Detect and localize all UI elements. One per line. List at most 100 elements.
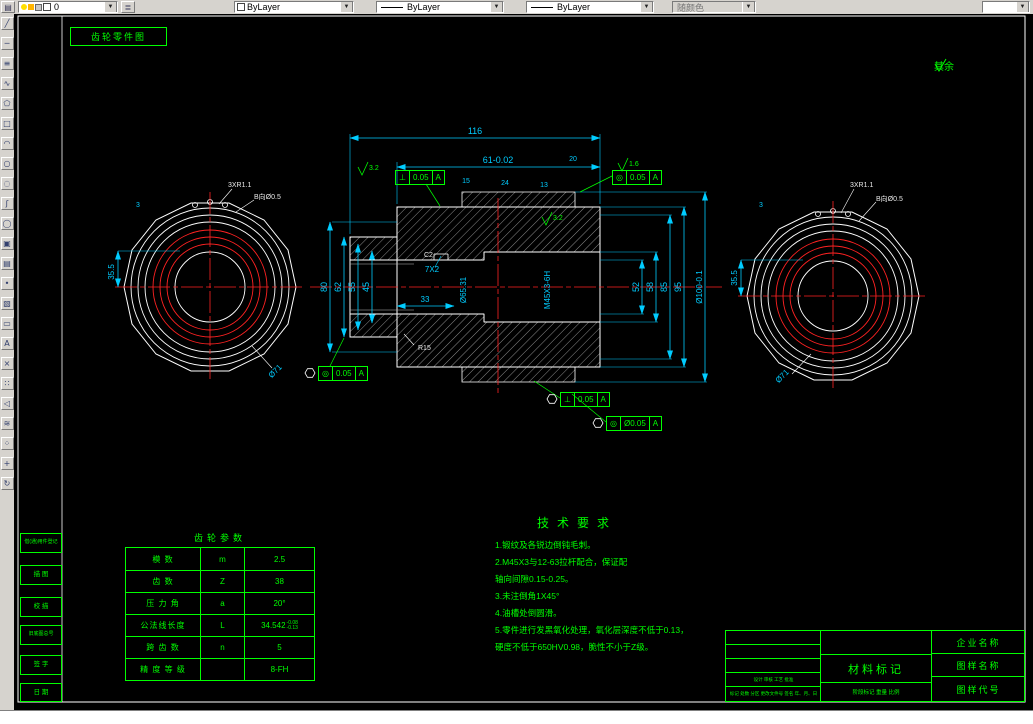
tool-arc-button[interactable]: ◠ (0, 137, 14, 150)
dim-3-left: 3 (136, 202, 140, 209)
color-dropdown[interactable]: ByLayer ▼ (234, 1, 354, 13)
command-line[interactable] (0, 710, 1033, 724)
dim-24: 24 (501, 180, 509, 187)
chevron-down-icon[interactable]: ▼ (742, 2, 755, 12)
margin-box-date: 日 期 (20, 683, 62, 702)
tool-spline-button[interactable]: ʃ (0, 197, 14, 210)
dim-58: 58 (645, 282, 655, 292)
dim-3-right: 3 (759, 202, 763, 209)
tool-rotate-button[interactable]: ↻ (0, 477, 14, 490)
layer-manager-button[interactable]: ≣ (121, 1, 135, 13)
tool-revcloud-button[interactable]: ◌ (0, 177, 14, 190)
dim-20: 20 (569, 156, 577, 163)
gear-table-cell (200, 659, 244, 680)
chevron-down-icon[interactable]: ▼ (104, 2, 117, 12)
tool-line-button[interactable]: ╱ (0, 17, 14, 30)
tool-move-button[interactable]: + (0, 457, 14, 470)
tool-erase-button[interactable]: × (0, 357, 14, 370)
layer-thaw-icon (28, 4, 34, 10)
app-icon[interactable]: ▤ (1, 1, 15, 13)
lineweight-dropdown[interactable]: ByLayer ▼ (526, 1, 654, 13)
gear-table-row: 公法线长度 L 34.542 -0.08 -0.13 (126, 614, 314, 636)
title-block: 设计 审核 工艺 批准 标记 处数 分区 更改文件号 签名 年、月、日 材料标记… (725, 630, 1025, 702)
dim-61: 61-0.02 (483, 155, 514, 165)
gear-table-cell: 精 度 等 级 (140, 665, 186, 674)
tool-mirror-button[interactable]: ◁ (0, 397, 14, 410)
dim-13: 13 (540, 182, 548, 189)
tool-circle-button[interactable]: ○ (0, 157, 14, 170)
layer-dropdown[interactable]: 0 ▼ (18, 1, 118, 13)
tech-requirement-line: 2.M45X3与12-63拉杆配合，保证配 (495, 557, 628, 567)
roughness-icon: 3.2 (357, 161, 379, 176)
dim-35-5-right: 35.5 (730, 270, 739, 286)
title-block-empty-cells (821, 631, 931, 655)
gear-table-cell: 20° (244, 593, 314, 614)
gdt-symbol: ◎ (610, 419, 617, 428)
gear-table-body: 模 数 m 2.5 齿 数 Z 38 压 力 角 a 20° 公法线长度 L 34.542 -0.08-… (125, 547, 315, 681)
layer-color-icon (43, 3, 51, 11)
label-bhole-left: B向Ø0.5 (254, 192, 281, 201)
tech-requirement-line: 硬度不低于650HV0.98，脆性不小于Z级。 (495, 642, 654, 652)
gear-table-title: 齿轮参数 (193, 533, 246, 543)
tool-hatch-button[interactable]: ▧ (0, 297, 14, 310)
svg-text:1.6: 1.6 (629, 161, 639, 168)
label-chamfer: C2 (424, 252, 433, 259)
surface-finish-note: 其余 (934, 58, 954, 73)
title-block-right: 企业名称 图样名称 图样代号 (931, 631, 1025, 701)
title-block-revision-area: 设计 审核 工艺 批准 标记 处数 分区 更改文件号 签名 年、月、日 (726, 631, 821, 701)
tool-ellipse-button[interactable]: ◯ (0, 217, 14, 230)
tool-array-button[interactable]: ⁘ (0, 437, 14, 450)
gear-table-cell: 模 数 (152, 554, 174, 564)
tool-polygon-button[interactable]: ⬠ (0, 97, 14, 110)
chevron-down-icon[interactable]: ▼ (640, 2, 653, 12)
gear-table-cell: 38 (244, 571, 314, 592)
lineweight-sample-icon (531, 6, 553, 8)
gear-table-cell: 齿 数 (152, 577, 174, 586)
label-r15: R15 (418, 345, 431, 352)
tool-offset-button[interactable]: ≋ (0, 417, 14, 430)
plot-style-value: 随颜色 (677, 2, 705, 13)
dim-95: 95 (673, 282, 683, 292)
roughness-icon (934, 58, 947, 72)
linetype-dropdown[interactable]: ByLayer ▼ (376, 1, 504, 13)
tool-point-button[interactable]: • (0, 277, 14, 290)
toolbar-right-dropdown[interactable]: ▼ (982, 1, 1030, 13)
gear-table-cell: 公法线长度 (140, 621, 186, 630)
dim-outer-diameter: Ø100-0.1 (695, 270, 704, 304)
plot-style-dropdown[interactable]: 随颜色 ▼ (672, 1, 756, 13)
sign-row: 设计 审核 工艺 批准 (726, 673, 821, 687)
chevron-down-icon[interactable]: ▼ (340, 2, 353, 12)
margin-box-check-trace: 校 描 (20, 597, 62, 617)
gdt-symbol: ◎ (322, 369, 329, 378)
drawing-canvas[interactable]: 116 61-0.02 15 24 13 20 80 62 55 45 33 7… (14, 14, 1033, 710)
label-holes-left: 3XR1.1 (228, 182, 251, 189)
gear-table-row: 模 数 m 2.5 (126, 548, 314, 570)
tool-make-block-button[interactable]: ▤ (0, 257, 14, 270)
hexagon-icon (592, 418, 604, 428)
gdt-frame-concentricity: ◎ Ø0.05 A (606, 416, 663, 431)
dim-groove: 7X2 (425, 265, 440, 274)
gear-table-cell: L (200, 615, 244, 636)
tool-mline-button[interactable]: ≡ (0, 57, 14, 70)
technical-requirements: 技术要求 1.锻纹及各锐边倒钝毛刺。 2.M45X3与12-63拉杆配合，保证配轴… (495, 514, 745, 656)
tool-rectangle-button[interactable]: □ (0, 117, 14, 130)
chevron-down-icon[interactable]: ▼ (490, 2, 503, 12)
dim-thread: M45X3-6H (543, 271, 552, 309)
dim-33: 33 (421, 295, 430, 304)
hexagon-icon (546, 394, 558, 404)
linetype-sample-icon (381, 6, 403, 8)
svg-text:3.2: 3.2 (553, 215, 563, 222)
tool-insert-block-button[interactable]: ▣ (0, 237, 14, 250)
dim-52: 52 (631, 282, 641, 292)
gear-table-cell: 2.5 (244, 548, 314, 570)
material-mark-label: 材料标记 (821, 655, 931, 683)
tool-mtext-button[interactable]: A (0, 337, 14, 350)
label-holes-right: 3XR1.1 (850, 182, 873, 189)
tool-xline-button[interactable]: ─ (0, 37, 14, 50)
gear-table-row: 跨 齿 数 n5 (126, 636, 314, 658)
tool-pline-button[interactable]: ∿ (0, 77, 14, 90)
tool-copy-button[interactable]: ∷ (0, 377, 14, 390)
chevron-down-icon[interactable]: ▼ (1016, 2, 1029, 12)
gear-table-cell: a (200, 593, 244, 614)
tool-region-button[interactable]: ▭ (0, 317, 14, 330)
